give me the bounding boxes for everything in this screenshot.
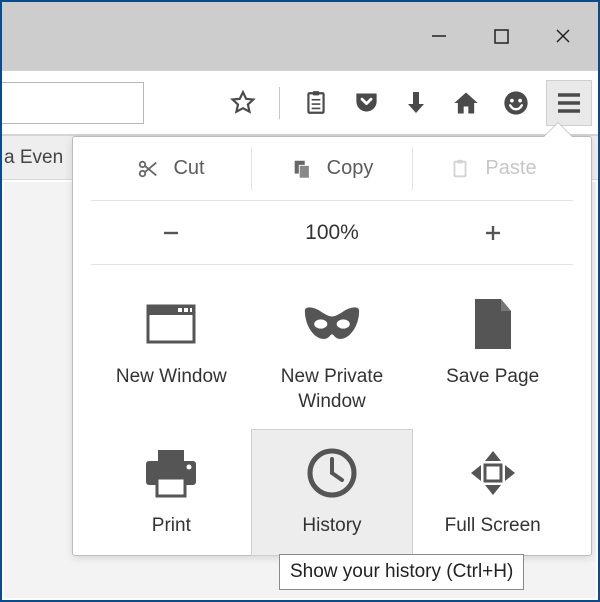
bookmark-button[interactable] xyxy=(229,89,257,117)
edit-row: Cut Copy Paste xyxy=(91,137,573,201)
app-menu-panel: Cut Copy Paste 100% xyxy=(72,136,592,556)
save-page-button[interactable]: Save Page xyxy=(412,281,573,430)
smiley-icon xyxy=(502,89,530,117)
clipboard-icon xyxy=(303,90,329,116)
clock-icon xyxy=(303,444,361,502)
maximize-button[interactable] xyxy=(470,14,532,58)
menu-grid: New Window New Private Window Save Page … xyxy=(91,265,573,555)
full-screen-button[interactable]: Full Screen xyxy=(412,430,573,555)
copy-button[interactable]: Copy xyxy=(252,137,412,200)
print-button[interactable]: Print xyxy=(91,430,252,555)
save-page-label: Save Page xyxy=(446,365,539,390)
star-icon xyxy=(230,90,256,116)
hamburger-icon xyxy=(556,92,582,114)
window-icon xyxy=(142,295,200,353)
paste-label: Paste xyxy=(485,157,536,180)
zoom-in-button[interactable] xyxy=(412,201,573,264)
menu-button[interactable] xyxy=(546,80,592,126)
new-private-window-button[interactable]: New Private Window xyxy=(252,281,413,430)
zoom-level[interactable]: 100% xyxy=(252,201,413,264)
tab-title[interactable]: a Even xyxy=(4,147,63,169)
paste-button[interactable]: Paste xyxy=(413,137,573,200)
full-screen-label: Full Screen xyxy=(445,514,541,539)
minimize-button[interactable] xyxy=(408,14,470,58)
cut-label: Cut xyxy=(173,157,204,180)
copy-label: Copy xyxy=(327,157,374,180)
toolbar-icons xyxy=(229,87,536,119)
pocket-button[interactable] xyxy=(352,89,380,117)
history-label: History xyxy=(302,514,361,539)
reader-button[interactable] xyxy=(302,89,330,117)
scissors-icon xyxy=(137,158,159,180)
feedback-button[interactable] xyxy=(502,89,530,117)
pocket-icon xyxy=(353,89,380,116)
close-button[interactable] xyxy=(532,14,594,58)
window-titlebar xyxy=(2,2,598,70)
plus-icon xyxy=(482,222,504,244)
cut-button[interactable]: Cut xyxy=(91,137,251,200)
history-tooltip: Show your history (Ctrl+H) xyxy=(279,554,524,590)
panel-arrow xyxy=(544,123,572,137)
minimize-icon xyxy=(430,27,448,45)
private-window-label: New Private Window xyxy=(256,365,409,414)
close-icon xyxy=(554,27,572,45)
history-button[interactable]: History xyxy=(251,429,414,556)
url-input[interactable] xyxy=(2,82,144,124)
print-label: Print xyxy=(152,514,191,539)
fullscreen-icon xyxy=(464,444,522,502)
maximize-icon xyxy=(493,28,510,45)
file-icon xyxy=(464,295,522,353)
zoom-out-button[interactable] xyxy=(91,201,252,264)
downloads-button[interactable] xyxy=(402,89,430,117)
zoom-row: 100% xyxy=(91,201,573,265)
minus-icon xyxy=(160,222,182,244)
paste-icon xyxy=(449,158,471,180)
home-button[interactable] xyxy=(452,89,480,117)
mask-icon xyxy=(303,295,361,353)
copy-icon xyxy=(291,158,313,180)
new-window-label: New Window xyxy=(116,365,227,390)
printer-icon xyxy=(142,444,200,502)
main-toolbar xyxy=(2,70,598,136)
home-icon xyxy=(452,89,480,117)
download-icon xyxy=(404,90,428,116)
divider xyxy=(279,87,280,119)
new-window-button[interactable]: New Window xyxy=(91,281,252,430)
